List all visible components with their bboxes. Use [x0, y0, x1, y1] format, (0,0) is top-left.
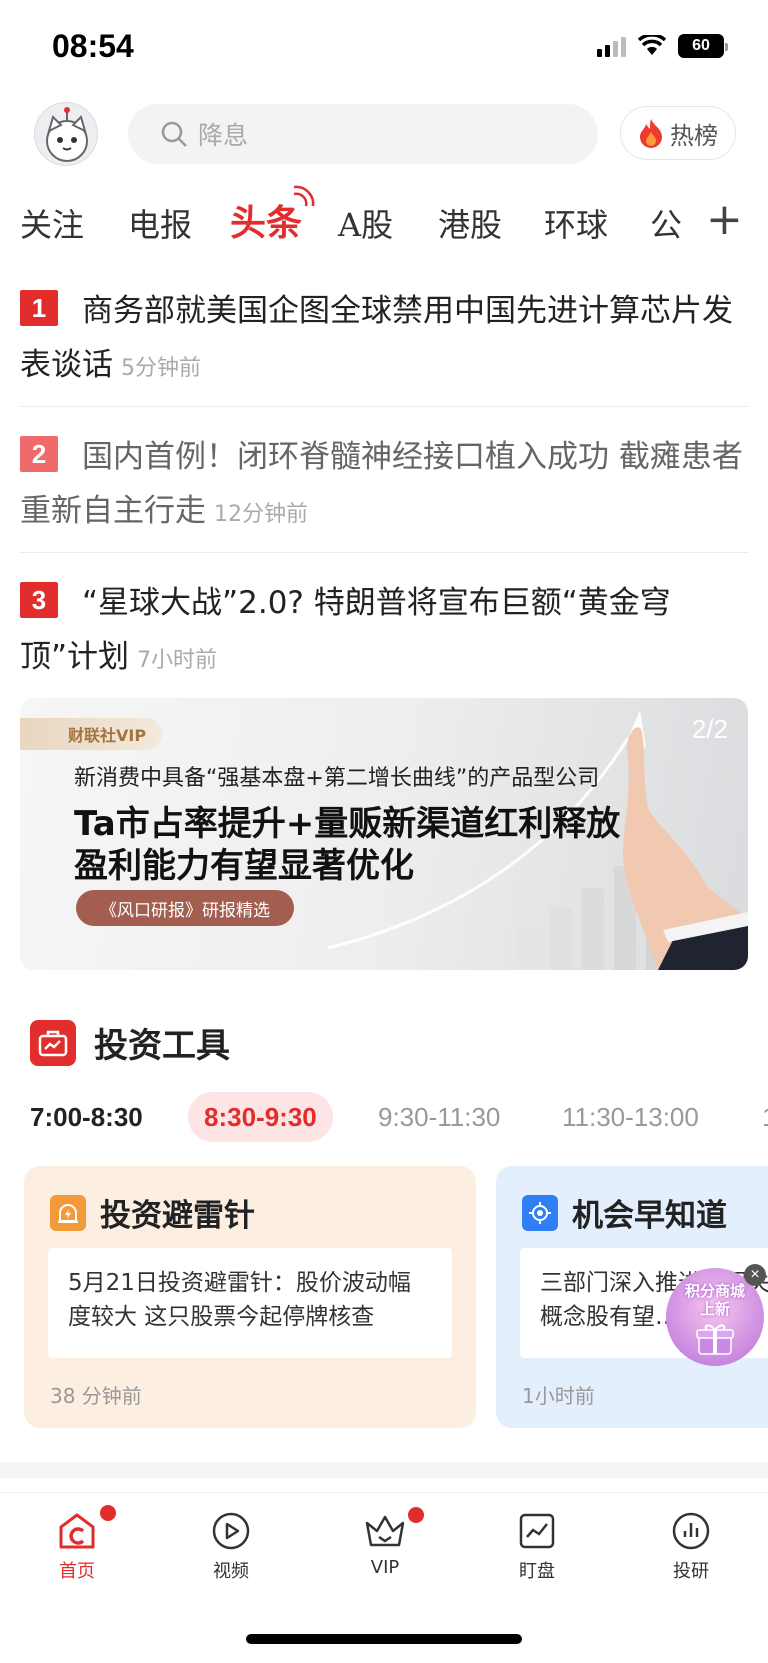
bottom-nav: 首页 视频 VIP 盯盘 投研 — [0, 1492, 768, 1602]
invest-tools-title: 投资工具 — [94, 1026, 230, 1066]
banner-headline-2: 盈利能力有望显著优化 — [74, 846, 414, 886]
home-c-icon — [59, 1513, 95, 1549]
crown-icon — [365, 1515, 405, 1547]
promo-line-1: 积分商城 — [684, 1282, 745, 1300]
tab-follow[interactable]: 关注 — [20, 200, 84, 246]
gift-box-icon — [696, 1324, 734, 1355]
time-slot-tabs: 7:00-8:30 8:30-9:30 9:30-11:30 11:30-13:… — [0, 1092, 768, 1142]
hot-list-button[interactable]: 热榜 — [620, 106, 736, 160]
target-icon — [522, 1194, 558, 1231]
time-tab[interactable]: 11:30-13:00 — [562, 1092, 699, 1142]
headline-time: 5分钟前 — [121, 356, 201, 381]
home-indicator[interactable] — [246, 1634, 522, 1644]
chart-screen-icon — [519, 1513, 555, 1549]
headline-title: “星球大战”2.0? 特朗普将宣布巨额“黄金穹顶”计划 — [20, 585, 671, 675]
bar-chart-circle-icon — [672, 1512, 710, 1550]
nav-label: 视频 — [213, 1561, 249, 1582]
rank-badge: 3 — [20, 582, 58, 618]
time-tab[interactable]: 1 — [762, 1092, 768, 1142]
card-title: 投资避雷针 — [100, 1198, 255, 1234]
rank-badge: 2 — [20, 436, 58, 472]
search-bar[interactable]: 降息 — [128, 104, 598, 164]
rank-badge: 1 — [20, 290, 58, 326]
nav-label: 首页 — [59, 1561, 95, 1582]
card-summary: 5月21日投资避雷针：股价波动幅度较大 这只股票今起停牌核查 — [48, 1248, 452, 1358]
avatar[interactable] — [34, 102, 98, 166]
headline-time: 7小时前 — [137, 648, 218, 673]
vip-badge: 财联社VIP — [20, 718, 162, 750]
live-signal-icon — [293, 185, 315, 207]
card-time: 38 分钟前 — [50, 1384, 142, 1408]
flame-icon — [640, 119, 662, 148]
tab-telegraph[interactable]: 电报 — [128, 200, 192, 246]
notification-dot — [408, 1507, 424, 1523]
category-tabs: 关注 电报 头条 A股 港股 环球 公 + — [0, 185, 768, 256]
status-icons: 60 — [597, 34, 728, 58]
divider — [20, 406, 748, 407]
lightning-shield-icon — [50, 1194, 86, 1231]
search-icon — [161, 121, 187, 147]
nav-home[interactable]: 首页 — [32, 1511, 122, 1583]
banner-page-counter: 2/2 — [691, 714, 728, 744]
headline-title: 国内首例！闭环脊髓神经接口植入成功 截瘫患者重新自主行走 — [20, 439, 743, 529]
top-header: 降息 热榜 — [0, 98, 768, 170]
invest-tools-header: 投资工具 — [30, 1018, 230, 1067]
briefcase-chart-icon — [30, 1019, 76, 1066]
time-tab[interactable]: 9:30-11:30 — [378, 1092, 500, 1142]
promo-banner[interactable]: 财联社VIP 2/2 新消费中具备“强基本盘+第二增长曲线”的产品型公司 Ta市… — [20, 698, 748, 970]
time-tab-active[interactable]: 8:30-9:30 — [188, 1092, 333, 1142]
headline-item[interactable]: 2 国内首例！闭环脊髓神经接口植入成功 截瘫患者重新自主行走 12分钟前 — [20, 430, 748, 542]
tool-card-risk-alert[interactable]: 投资避雷针 5月21日投资避雷针：股价波动幅度较大 这只股票今起停牌核查 38 … — [24, 1166, 476, 1428]
avatar-cat-icon — [46, 107, 88, 162]
nav-label: 盯盘 — [519, 1561, 555, 1582]
close-icon[interactable]: × — [744, 1264, 766, 1286]
headline-time: 12分钟前 — [214, 502, 308, 527]
nav-watch[interactable]: 盯盘 — [492, 1511, 582, 1583]
card-title: 机会早知道 — [572, 1198, 727, 1234]
wifi-icon — [638, 35, 666, 55]
nav-research[interactable]: 投研 — [646, 1511, 736, 1583]
tab-a-shares[interactable]: A股 — [338, 200, 393, 246]
nav-video[interactable]: 视频 — [186, 1511, 276, 1583]
tab-announcement[interactable]: 公 — [650, 200, 684, 246]
notification-dot — [100, 1505, 116, 1521]
battery-icon: 60 — [678, 34, 728, 58]
status-time: 08:54 — [52, 28, 134, 64]
promo-line-2: 上新 — [699, 1300, 730, 1318]
search-placeholder: 降息 — [198, 121, 249, 150]
hot-list-label: 热榜 — [670, 121, 718, 150]
banner-subtitle: 新消费中具备“强基本盘+第二增长曲线”的产品型公司 — [74, 766, 600, 791]
status-bar: 08:54 60 — [0, 0, 768, 96]
card-time: 1小时前 — [522, 1384, 595, 1408]
play-circle-icon — [212, 1512, 250, 1550]
headline-item[interactable]: 3 “星球大战”2.0? 特朗普将宣布巨额“黄金穹顶”计划 7小时前 — [20, 576, 748, 688]
banner-tag: 《风口研报》研报精选 — [76, 890, 294, 926]
section-separator — [0, 1462, 768, 1478]
cellular-signal-icon — [597, 35, 626, 57]
headline-item[interactable]: 1 商务部就美国企图全球禁用中国先进计算芯片发表谈话 5分钟前 — [20, 284, 748, 396]
time-tab[interactable]: 7:00-8:30 — [30, 1092, 143, 1142]
nav-label: 投研 — [673, 1561, 709, 1582]
divider — [20, 552, 748, 553]
nav-label: VIP — [370, 1557, 400, 1578]
add-tab-button[interactable]: + — [706, 194, 743, 245]
tab-hk-stocks[interactable]: 港股 — [438, 200, 502, 246]
tab-global[interactable]: 环球 — [544, 200, 608, 246]
